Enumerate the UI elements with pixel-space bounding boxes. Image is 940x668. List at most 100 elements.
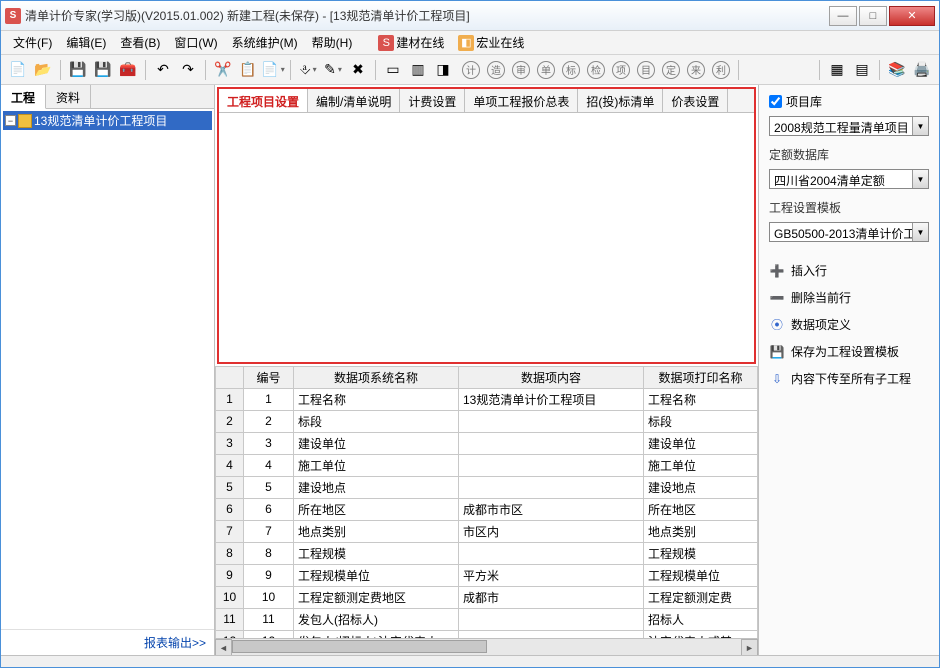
circle-btn-9[interactable]: 来: [685, 59, 707, 81]
cell-sysname[interactable]: 建设单位: [294, 432, 459, 454]
cell-sysname[interactable]: 工程名称: [294, 388, 459, 410]
tab-compile-desc[interactable]: 编制/清单说明: [308, 89, 400, 112]
scroll-right-icon[interactable]: ►: [741, 639, 758, 655]
cell-sysname[interactable]: 工程定额测定费地区: [294, 586, 459, 608]
row-header[interactable]: 1: [216, 388, 244, 410]
cell-seq[interactable]: 7: [244, 520, 294, 542]
table-row[interactable]: 5 5 建设地点 建设地点: [216, 476, 758, 498]
row-header[interactable]: 7: [216, 520, 244, 542]
tab-single-quote[interactable]: 单项工程报价总表: [465, 89, 578, 112]
copy-icon[interactable]: 📋: [237, 59, 259, 81]
table-row[interactable]: 8 8 工程规模 工程规模: [216, 542, 758, 564]
menu-edit[interactable]: 编辑(E): [60, 32, 112, 53]
cell-seq[interactable]: 4: [244, 454, 294, 476]
cell-printname[interactable]: 工程规模: [644, 542, 758, 564]
row-header[interactable]: 2: [216, 410, 244, 432]
cell-content[interactable]: [459, 432, 644, 454]
cell-sysname[interactable]: 建设地点: [294, 476, 459, 498]
break-icon[interactable]: ✎: [322, 59, 344, 81]
col-printname[interactable]: 数据项打印名称: [644, 366, 758, 388]
cell-sysname[interactable]: 工程规模单位: [294, 564, 459, 586]
panel1-icon[interactable]: ▭: [382, 59, 404, 81]
link-hongye[interactable]: ◧宏业在线: [452, 32, 530, 53]
tree-root-node[interactable]: − 13规范清单计价工程项目: [3, 111, 212, 130]
cell-seq[interactable]: 1: [244, 388, 294, 410]
delete-icon[interactable]: ✖: [347, 59, 369, 81]
template-combo[interactable]: GB50500-2013清单计价工▼: [769, 222, 929, 242]
circle-btn-7[interactable]: 目: [635, 59, 657, 81]
scroll-left-icon[interactable]: ◄: [215, 639, 232, 655]
cell-printname[interactable]: 招标人: [644, 608, 758, 630]
table-row[interactable]: 3 3 建设单位 建设单位: [216, 432, 758, 454]
row-header[interactable]: 5: [216, 476, 244, 498]
cell-printname[interactable]: 工程定额测定费: [644, 586, 758, 608]
circle-btn-4[interactable]: 标: [560, 59, 582, 81]
horizontal-scrollbar[interactable]: ◄ ►: [215, 638, 758, 655]
report-output-link[interactable]: 报表输出>>: [1, 629, 214, 655]
table-row[interactable]: 7 7 地点类别 市区内 地点类别: [216, 520, 758, 542]
redo-icon[interactable]: ↷: [177, 59, 199, 81]
table-row[interactable]: 11 11 发包人(招标人) 招标人: [216, 608, 758, 630]
cell-printname[interactable]: 所在地区: [644, 498, 758, 520]
table-row[interactable]: 4 4 施工单位 施工单位: [216, 454, 758, 476]
cell-content[interactable]: [459, 630, 644, 638]
cell-seq[interactable]: 2: [244, 410, 294, 432]
circle-btn-0[interactable]: 计: [460, 59, 482, 81]
print-icon[interactable]: 🖨️: [911, 59, 933, 81]
cell-seq[interactable]: 5: [244, 476, 294, 498]
table-row[interactable]: 1 1 工程名称 13规范清单计价工程项目 工程名称: [216, 388, 758, 410]
data-grid[interactable]: 编号 数据项系统名称 数据项内容 数据项打印名称 1 1 工程名称 13规范清单…: [215, 366, 758, 639]
cell-printname[interactable]: 工程名称: [644, 388, 758, 410]
cell-sysname[interactable]: 工程规模: [294, 542, 459, 564]
new-icon[interactable]: 📄: [7, 59, 29, 81]
circle-btn-1[interactable]: 造: [485, 59, 507, 81]
cell-content[interactable]: 成都市市区: [459, 498, 644, 520]
menu-view[interactable]: 查看(B): [114, 32, 166, 53]
cut-icon[interactable]: ✂️: [212, 59, 234, 81]
row-header[interactable]: 4: [216, 454, 244, 476]
cell-content[interactable]: 平方米: [459, 564, 644, 586]
col-content[interactable]: 数据项内容: [459, 366, 644, 388]
menu-file[interactable]: 文件(F): [7, 32, 58, 53]
action-propagate-children[interactable]: ⇩内容下传至所有子工程: [769, 370, 929, 387]
cell-content[interactable]: [459, 454, 644, 476]
cell-printname[interactable]: 法定代表人或其: [644, 630, 758, 638]
cell-seq[interactable]: 3: [244, 432, 294, 454]
quota-db-combo[interactable]: 四川省2004清单定额▼: [769, 169, 929, 189]
row-header[interactable]: 3: [216, 432, 244, 454]
project-lib-combo[interactable]: 2008规范工程量清单项目▼: [769, 116, 929, 136]
menu-sysmaint[interactable]: 系统维护(M): [226, 32, 304, 53]
table-row[interactable]: 6 6 所在地区 成都市市区 所在地区: [216, 498, 758, 520]
row-header[interactable]: 11: [216, 608, 244, 630]
scroll-thumb[interactable]: [232, 640, 487, 653]
project-lib-checkbox[interactable]: [769, 95, 782, 108]
circle-btn-2[interactable]: 审: [510, 59, 532, 81]
circle-btn-8[interactable]: 定: [660, 59, 682, 81]
panel3-icon[interactable]: ◨: [432, 59, 454, 81]
cell-content[interactable]: 13规范清单计价工程项目: [459, 388, 644, 410]
col-seq[interactable]: 编号: [244, 366, 294, 388]
action-data-def[interactable]: ⦿数据项定义: [769, 316, 929, 333]
circle-btn-3[interactable]: 单: [535, 59, 557, 81]
tab-bid-list[interactable]: 招(投)标清单: [578, 89, 663, 112]
tab-proj-setting[interactable]: 工程项目设置: [219, 89, 308, 112]
cell-content[interactable]: 成都市: [459, 586, 644, 608]
action-insert-row[interactable]: ➕插入行: [769, 262, 929, 279]
cell-seq[interactable]: 6: [244, 498, 294, 520]
cell-printname[interactable]: 标段: [644, 410, 758, 432]
tab-project[interactable]: 工程: [1, 85, 46, 109]
cell-seq[interactable]: 8: [244, 542, 294, 564]
chevron-down-icon[interactable]: ▼: [912, 223, 928, 241]
chevron-down-icon[interactable]: ▼: [912, 117, 928, 135]
cell-sysname[interactable]: 所在地区: [294, 498, 459, 520]
cell-sysname[interactable]: 地点类别: [294, 520, 459, 542]
cell-seq[interactable]: 10: [244, 586, 294, 608]
cell-content[interactable]: [459, 608, 644, 630]
project-tree[interactable]: − 13规范清单计价工程项目: [1, 109, 214, 629]
undo-icon[interactable]: ↶: [152, 59, 174, 81]
maximize-button[interactable]: □: [859, 6, 887, 26]
cell-content[interactable]: [459, 410, 644, 432]
menu-window[interactable]: 窗口(W): [168, 32, 223, 53]
tree-collapse-icon[interactable]: −: [5, 115, 16, 126]
grid2-icon[interactable]: ▤: [851, 59, 873, 81]
